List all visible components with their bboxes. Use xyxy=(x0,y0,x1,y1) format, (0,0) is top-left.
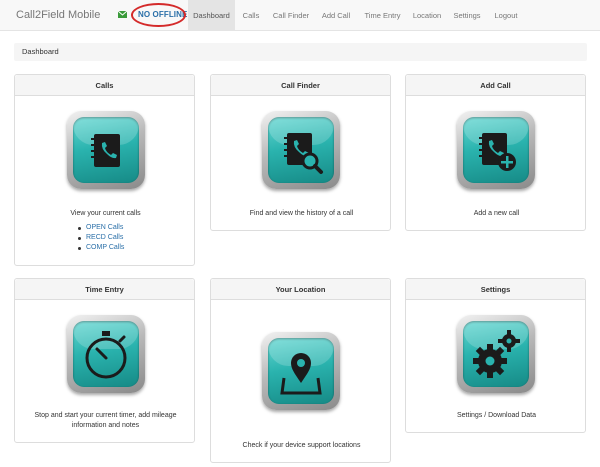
nav-dashboard[interactable]: Dashboard xyxy=(188,0,235,31)
location-panel: Your Location Check if your device suppo… xyxy=(210,278,391,463)
nav-time-entry[interactable]: Time Entry xyxy=(359,0,406,31)
location-description: Check if your device support locations xyxy=(242,442,361,449)
panel-title: Time Entry xyxy=(15,279,194,300)
settings-description: Settings / Download Data xyxy=(457,412,536,419)
panel-title: Settings xyxy=(406,279,585,300)
stopwatch-icon[interactable] xyxy=(67,315,145,393)
envelope-icon[interactable] xyxy=(118,11,127,18)
recd-calls-link[interactable]: RECD Calls xyxy=(78,233,124,243)
call-finder-panel: Call Finder Find and view the history of… xyxy=(210,74,391,231)
highlight-circle xyxy=(131,3,186,27)
map-pin-icon[interactable] xyxy=(262,332,340,410)
time-entry-description: Stop and start your current timer, add m… xyxy=(15,411,196,431)
time-entry-panel: Time Entry Stop and start your current t… xyxy=(14,278,195,443)
add-call-panel: Add Call Add a new call xyxy=(405,74,586,231)
call-finder-description: Find and view the history of a call xyxy=(249,210,354,217)
time-entry-description-line2: information and notes xyxy=(71,422,140,429)
panel-title: Your Location xyxy=(211,279,390,300)
nav-call-finder[interactable]: Call Finder xyxy=(268,0,314,31)
nav-location[interactable]: Location xyxy=(408,0,446,31)
comp-calls-link[interactable]: COMP Calls xyxy=(78,243,124,253)
calls-link-list: OPEN Calls RECD Calls COMP Calls xyxy=(78,223,124,253)
nav-add-call[interactable]: Add Call xyxy=(317,0,355,31)
phone-book-icon[interactable] xyxy=(67,111,145,189)
panel-title: Calls xyxy=(15,75,194,96)
phone-book-search-icon[interactable] xyxy=(262,111,340,189)
open-calls-link[interactable]: OPEN Calls xyxy=(78,223,124,233)
gears-icon[interactable] xyxy=(457,315,535,393)
breadcrumb: Dashboard xyxy=(14,43,587,61)
panel-title: Add Call xyxy=(406,75,585,96)
calls-description: View your current calls xyxy=(70,210,141,217)
breadcrumb-current: Dashboard xyxy=(22,47,59,56)
nav-logout[interactable]: Logout xyxy=(489,0,523,31)
top-navbar: Call2Field Mobile NO OFFLINE Dashboard C… xyxy=(0,0,600,31)
settings-panel: Settings Settings / Download Data xyxy=(405,278,586,433)
calls-panel: Calls View your current calls OPEN Calls… xyxy=(14,74,195,266)
nav-settings[interactable]: Settings xyxy=(449,0,485,31)
nav-calls[interactable]: Calls xyxy=(236,0,266,31)
phone-book-add-icon[interactable] xyxy=(457,111,535,189)
add-call-description: Add a new call xyxy=(473,210,520,217)
brand-title[interactable]: Call2Field Mobile xyxy=(16,9,100,21)
time-entry-description-line1: Stop and start your current timer, add m… xyxy=(34,412,177,419)
panel-title: Call Finder xyxy=(211,75,390,96)
